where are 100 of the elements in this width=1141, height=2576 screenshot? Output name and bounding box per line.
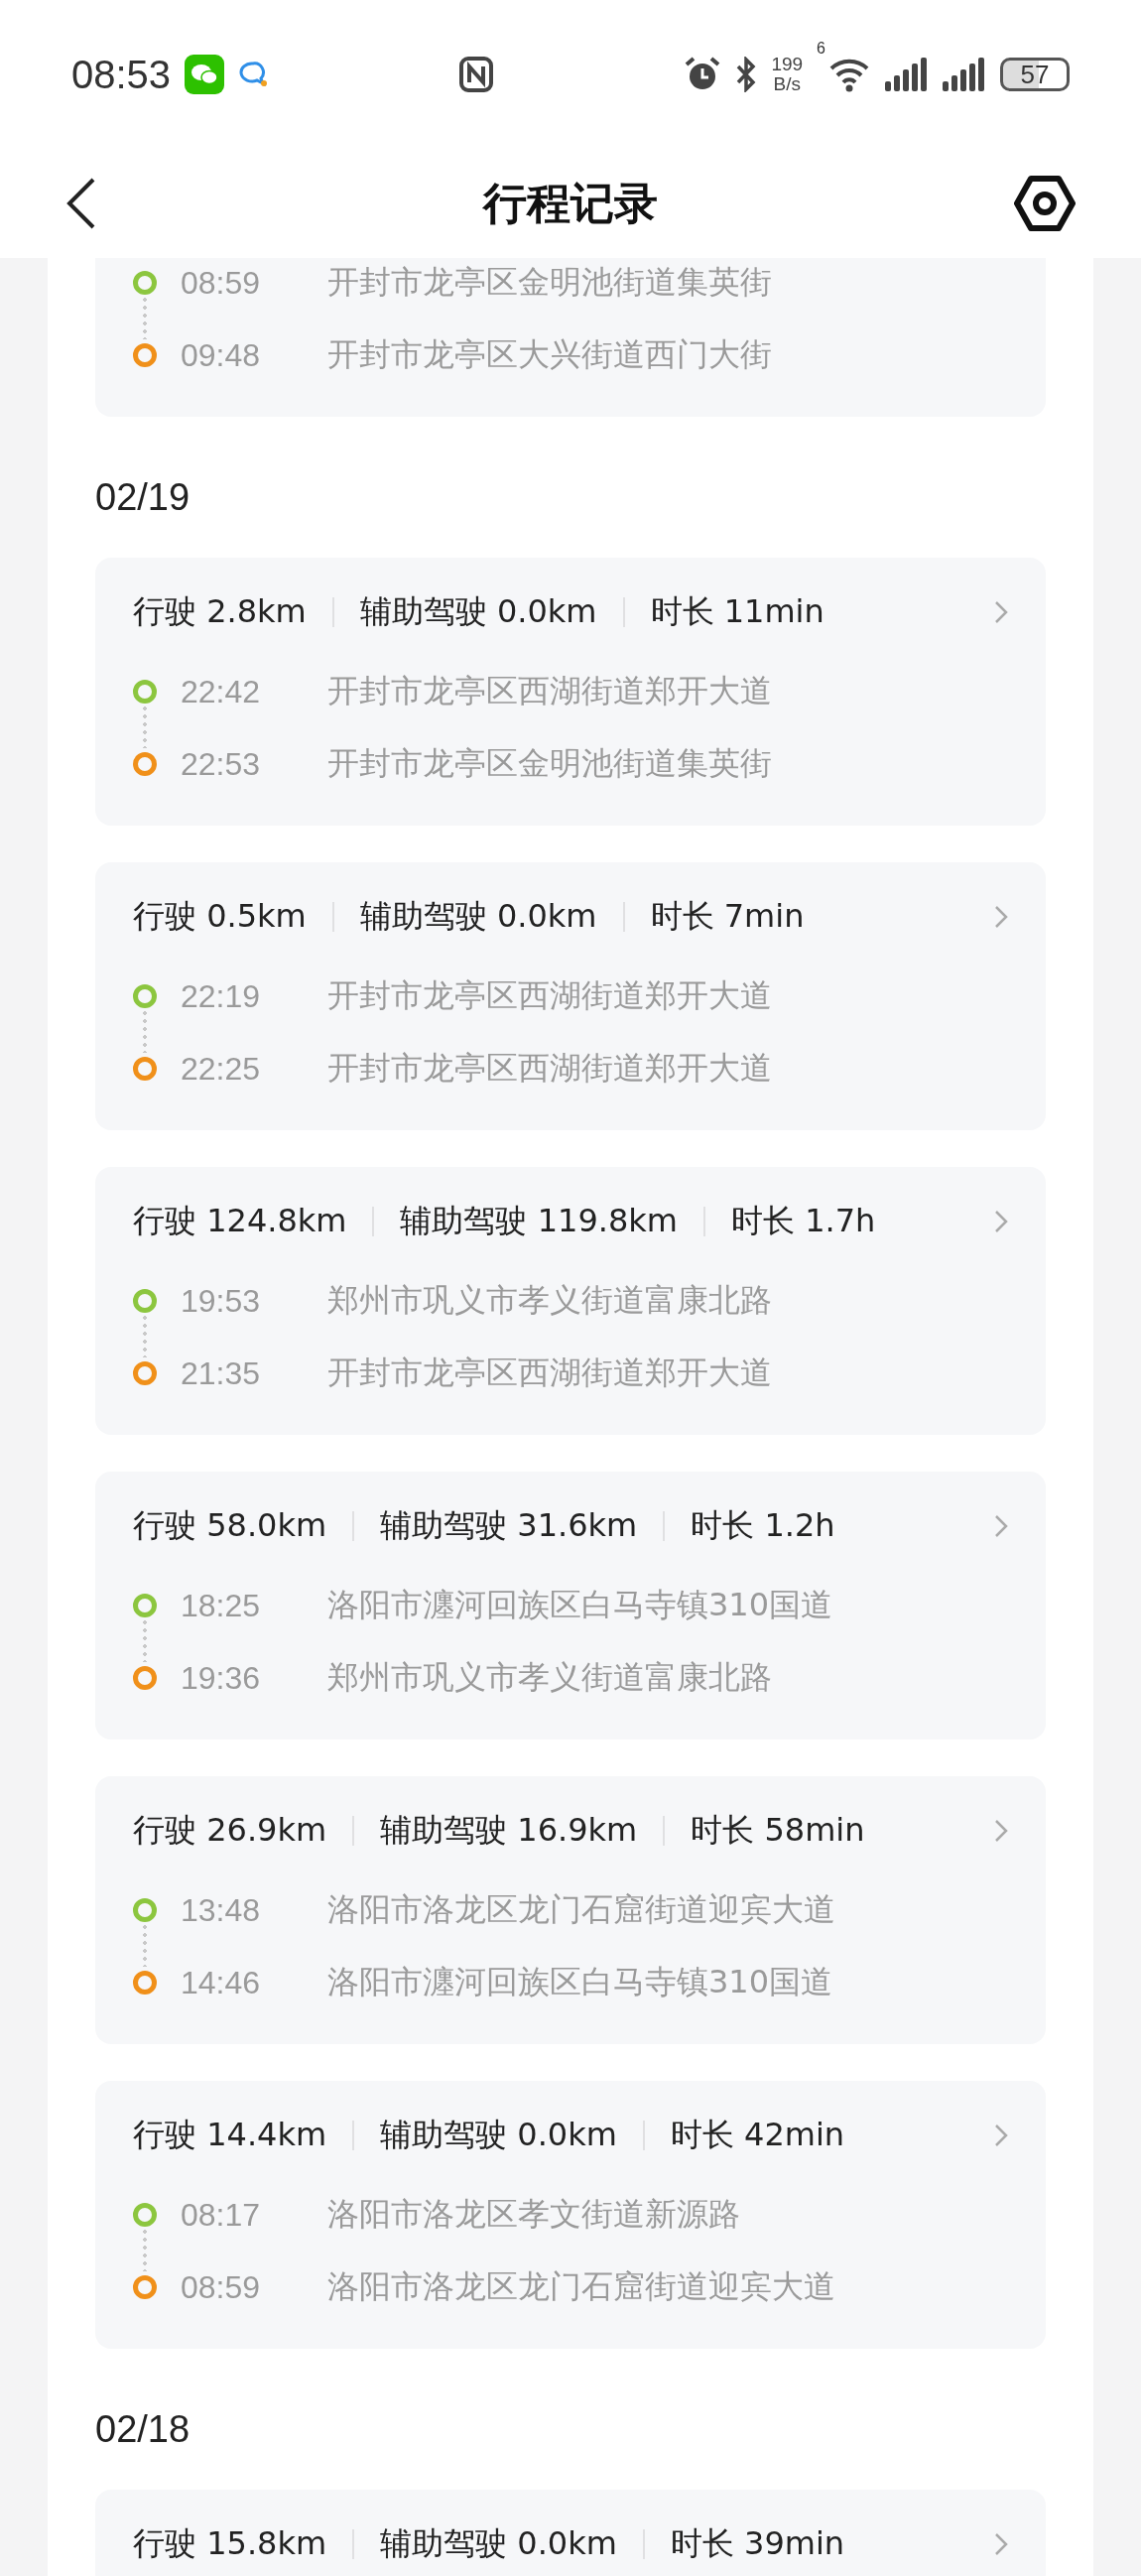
route-time: 22:42: [181, 673, 262, 710]
trip-stat: 辅助驾驶 0.0km: [359, 896, 597, 937]
wifi-icon: [827, 57, 871, 92]
dotted-connector: [143, 1314, 147, 1357]
chevron-right-icon: [994, 2124, 1008, 2147]
bluetooth-icon: [735, 57, 758, 92]
trip-card[interactable]: 行驶 58.0km 辅助驾驶 31.6km 时长 1.2h 18:25 洛阳市瀍河回族区白马寺镇310国道 19:36 郑州市巩义市孝义街道富康北路: [95, 1472, 1046, 1739]
route-time: 08:59: [181, 264, 262, 302]
route-address: 洛阳市洛龙区龙门石窟街道迎宾大道: [327, 2266, 835, 2307]
trip-card[interactable]: 行驶 124.8km 辅助驾驶 119.8km 时长 1.7h 19:53 郑州市巩义市孝义街道富康北路 21:35 开封市龙亭区西湖街道郑开大道: [95, 1167, 1046, 1435]
route-address: 洛阳市洛龙区龙门石窟街道迎宾大道: [327, 1889, 835, 1930]
chevron-right-icon: [994, 1210, 1008, 1233]
route-time: 13:48: [181, 1891, 262, 1929]
end-point-icon: [133, 1666, 157, 1690]
signal-icon: [943, 58, 986, 91]
route-address: 洛阳市瀍河回族区白马寺镇310国道: [327, 1585, 833, 1625]
trip-card[interactable]: 行驶 14.4km 辅助驾驶 0.0km 时长 42min 08:17 洛阳市洛龙区孝文街道新源路 08:59 洛阳市洛龙区龙门石窟街道迎宾大道: [95, 2081, 1046, 2349]
start-point-icon: [133, 1289, 157, 1313]
chevron-right-icon: [994, 600, 1008, 624]
chevron-right-icon: [994, 905, 1008, 929]
back-button[interactable]: [65, 176, 97, 231]
trip-stat: 行驶 124.8km: [133, 1201, 347, 1241]
start-point-icon: [133, 271, 157, 295]
route-address: 开封市龙亭区西湖街道郑开大道: [327, 1352, 772, 1393]
trip-card[interactable]: 行驶 26.9km 辅助驾驶 16.9km 时长 58min 13:48 洛阳市洛龙区龙门石窟街道迎宾大道 14:46 洛阳市瀍河回族区白马寺镇310国道: [95, 1776, 1046, 2044]
route-address: 洛阳市洛龙区孝文街道新源路: [327, 2194, 740, 2235]
end-point-icon: [133, 1971, 157, 1995]
end-point-icon: [133, 343, 157, 367]
trip-stat: 行驶 26.9km: [133, 1810, 327, 1851]
chat-app-icon: [185, 55, 225, 94]
end-point-icon: [133, 1057, 157, 1081]
route-address: 郑州市巩义市孝义街道富康北路: [327, 1280, 772, 1321]
trip-stat: 时长 1.7h: [730, 1201, 876, 1241]
page-title: 行程记录: [483, 176, 658, 230]
end-point-icon: [133, 1361, 157, 1385]
trip-stat: 行驶 58.0km: [133, 1505, 327, 1546]
trip-stat: 时长 1.2h: [691, 1505, 835, 1546]
battery-icon: 57: [1000, 58, 1070, 91]
nfc-icon: [458, 57, 493, 92]
chevron-right-icon: [994, 2532, 1008, 2556]
trip-stat: 辅助驾驶 0.0km: [380, 2115, 617, 2155]
route-address: 开封市龙亭区西湖街道郑开大道: [327, 1048, 772, 1089]
route-time: 08:59: [181, 2268, 262, 2306]
start-point-icon: [133, 1594, 157, 1617]
clock: 08:53: [71, 52, 172, 97]
trip-stat: 行驶 15.8km: [133, 2523, 327, 2564]
network-speed: 199 B/s: [771, 55, 804, 94]
route-address: 开封市龙亭区金明池街道集英街: [327, 743, 772, 784]
route-address: 开封市龙亭区西湖街道郑开大道: [327, 975, 772, 1016]
trip-stat: 行驶 2.8km: [133, 591, 307, 632]
trip-card[interactable]: 行驶 2.8km 辅助驾驶 0.0km 时长 11min 22:42 开封市龙亭区西湖街道郑开大道 22:53 开封市龙亭区金明池街道集英街: [95, 558, 1046, 826]
route-time: 22:25: [181, 1050, 262, 1088]
trip-stat: 行驶 0.5km: [133, 896, 307, 937]
trip-stat: 时长 11min: [650, 591, 824, 632]
trip-stat: 辅助驾驶 16.9km: [380, 1810, 638, 1851]
end-point-icon: [133, 2275, 157, 2299]
date-heading: 02/18: [95, 2407, 191, 2452]
chevron-right-icon: [994, 1819, 1008, 1843]
wifi-generation: 6: [817, 40, 825, 58]
trip-card[interactable]: 行驶 0.5km 辅助驾驶 0.0km 时长 7min 22:19 开封市龙亭区西湖街道郑开大道 22:25 开封市龙亭区西湖街道郑开大道: [95, 862, 1046, 1130]
start-point-icon: [133, 2203, 157, 2227]
dotted-connector: [143, 296, 147, 339]
route-address: 郑州市巩义市孝义街道富康北路: [327, 1657, 772, 1698]
dotted-connector: [143, 1923, 147, 1967]
route-address: 开封市龙亭区西湖街道郑开大道: [327, 671, 772, 711]
dotted-connector: [143, 705, 147, 748]
date-heading: 02/19: [95, 475, 191, 520]
dotted-connector: [143, 2228, 147, 2271]
signal-icon: [885, 58, 929, 91]
route-time: 19:36: [181, 1659, 262, 1697]
trip-stat: 行驶 14.4km: [133, 2115, 327, 2155]
route-time: 18:25: [181, 1587, 262, 1624]
route-address: 开封市龙亭区金明池街道集英街: [327, 262, 772, 303]
route-time: 21:35: [181, 1354, 262, 1392]
chevron-right-icon: [994, 1514, 1008, 1538]
dotted-connector: [143, 1618, 147, 1662]
dotted-connector: [143, 1009, 147, 1053]
start-point-icon: [133, 984, 157, 1008]
settings-button[interactable]: [1014, 176, 1076, 231]
start-point-icon: [133, 1898, 157, 1922]
trip-stat: 时长 39min: [670, 2523, 845, 2564]
trip-stat: 辅助驾驶 0.0km: [359, 591, 597, 632]
trip-stat: 时长 7min: [650, 896, 805, 937]
route-address: 洛阳市瀍河回族区白马寺镇310国道: [327, 1962, 833, 2002]
start-point-icon: [133, 680, 157, 704]
trip-stat: 辅助驾驶 0.0km: [380, 2523, 617, 2564]
chat-bubble-icon: [238, 60, 269, 89]
route-time: 14:46: [181, 1964, 262, 2001]
route-time: 22:19: [181, 977, 262, 1015]
trip-card[interactable]: 行驶 15.8km 辅助驾驶 0.0km 时长 39min: [95, 2490, 1046, 2576]
trip-stat: 辅助驾驶 31.6km: [380, 1505, 638, 1546]
trip-stat: 辅助驾驶 119.8km: [400, 1201, 678, 1241]
route-time: 08:17: [181, 2196, 262, 2234]
end-point-icon: [133, 752, 157, 776]
trip-stat: 时长 58min: [691, 1810, 865, 1851]
route-time: 09:48: [181, 336, 262, 374]
route-address: 开封市龙亭区大兴街道西门大街: [327, 334, 772, 375]
route-time: 19:53: [181, 1282, 262, 1320]
trip-stat: 时长 42min: [670, 2115, 845, 2155]
route-time: 22:53: [181, 745, 262, 783]
